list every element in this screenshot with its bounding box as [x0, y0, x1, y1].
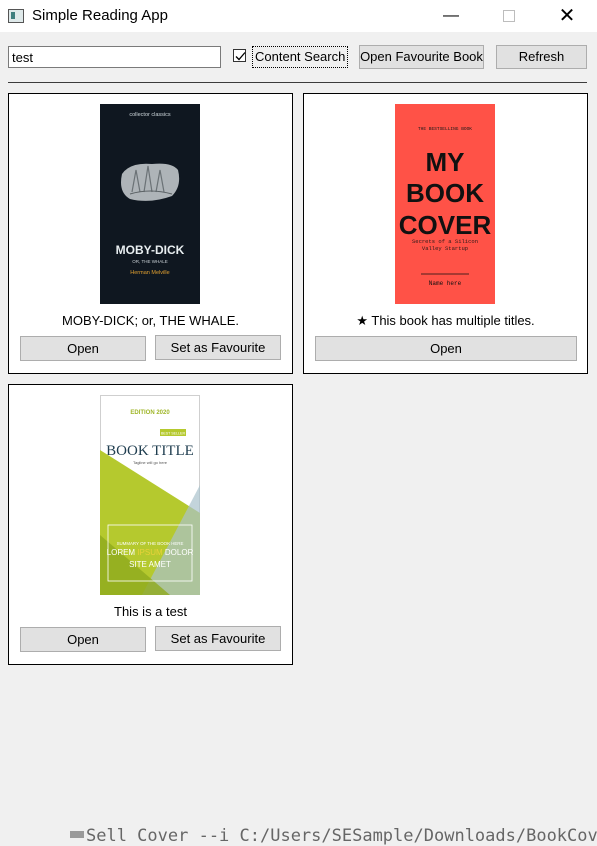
- book-title-text: This book has multiple titles.: [371, 313, 535, 328]
- minimize-icon: —: [443, 7, 459, 24]
- book-cover-image[interactable]: EDITION 2020 BEST SELLER BOOK TITLE Tagl…: [100, 395, 200, 595]
- star-icon: ★: [356, 313, 368, 328]
- book-cover-image[interactable]: THE BESTSELLING BOOK MY BOOK COVER Secre…: [395, 104, 495, 304]
- checkbox-box[interactable]: [233, 49, 246, 62]
- svg-text:Name here: Name here: [429, 280, 462, 287]
- svg-text:BOOK: BOOK: [406, 178, 484, 208]
- refresh-button[interactable]: Refresh: [496, 45, 587, 69]
- set-favourite-button[interactable]: Set as Favourite: [155, 335, 281, 360]
- svg-text:BOOK TITLE: BOOK TITLE: [106, 443, 194, 459]
- set-favourite-button[interactable]: Set as Favourite: [155, 626, 281, 651]
- background-terminal-text: Sell Cover --i C:/Users/SESample/Downloa…: [86, 826, 597, 846]
- book-cover-image[interactable]: collector classics MOBY-DICK OR, THE WHA…: [100, 104, 200, 304]
- my-book-cover-art: THE BESTSELLING BOOK MY BOOK COVER Secre…: [395, 104, 495, 304]
- open-button[interactable]: Open: [20, 336, 146, 361]
- svg-text:Herman Melville: Herman Melville: [130, 270, 169, 276]
- open-button[interactable]: Open: [315, 336, 577, 361]
- window-title: Simple Reading App: [32, 7, 168, 24]
- maximize-button[interactable]: [486, 0, 532, 32]
- moby-dick-cover-art: collector classics MOBY-DICK OR, THE WHA…: [100, 104, 200, 304]
- checkmark-icon: [235, 52, 246, 61]
- book-title: This is a test: [114, 604, 187, 619]
- search-input[interactable]: [8, 46, 221, 68]
- book-title: MOBY-DICK; or, THE WHALE.: [62, 313, 239, 328]
- title-bar: Simple Reading App — ✕: [0, 0, 597, 32]
- open-button[interactable]: Open: [20, 627, 146, 652]
- svg-text:MOBY-DICK: MOBY-DICK: [116, 243, 185, 257]
- book-card: collector classics MOBY-DICK OR, THE WHA…: [8, 93, 293, 374]
- book-card: THE BESTSELLING BOOK MY BOOK COVER Secre…: [303, 93, 588, 374]
- toolbar-separator: [8, 82, 587, 83]
- svg-text:LOREM IPSUM DO: LOREM IPSUM DOLOR: [107, 548, 194, 557]
- maximize-icon: [503, 9, 515, 22]
- svg-text:OR, THE WHALE: OR, THE WHALE: [132, 259, 167, 264]
- svg-text:SITE AMET: SITE AMET: [129, 560, 171, 569]
- svg-text:COVER: COVER: [399, 210, 492, 240]
- close-icon: ✕: [558, 5, 576, 27]
- svg-text:collector classics: collector classics: [129, 112, 171, 118]
- svg-text:Tagline will go here: Tagline will go here: [133, 460, 168, 465]
- book-title-cover-art: EDITION 2020 BEST SELLER BOOK TITLE Tagl…: [100, 395, 200, 595]
- content-search-label[interactable]: Content Search: [252, 46, 349, 68]
- svg-text:BEST SELLER: BEST SELLER: [161, 432, 186, 436]
- svg-text:THE BESTSELLING BOOK: THE BESTSELLING BOOK: [418, 126, 472, 132]
- close-button[interactable]: ✕: [544, 0, 590, 32]
- minimize-button[interactable]: —: [428, 0, 474, 32]
- book-card: EDITION 2020 BEST SELLER BOOK TITLE Tagl…: [8, 384, 293, 665]
- svg-text:MY: MY: [426, 147, 465, 177]
- open-favourite-button[interactable]: Open Favourite Book: [359, 45, 484, 69]
- background-terminal-cursor: [70, 831, 84, 838]
- svg-text:EDITION 2020: EDITION 2020: [130, 410, 170, 416]
- book-title: ★ This book has multiple titles.: [304, 313, 587, 329]
- svg-text:SUMMARY OF THE BOOK HERE: SUMMARY OF THE BOOK HERE: [117, 541, 184, 546]
- app-icon: [8, 9, 24, 23]
